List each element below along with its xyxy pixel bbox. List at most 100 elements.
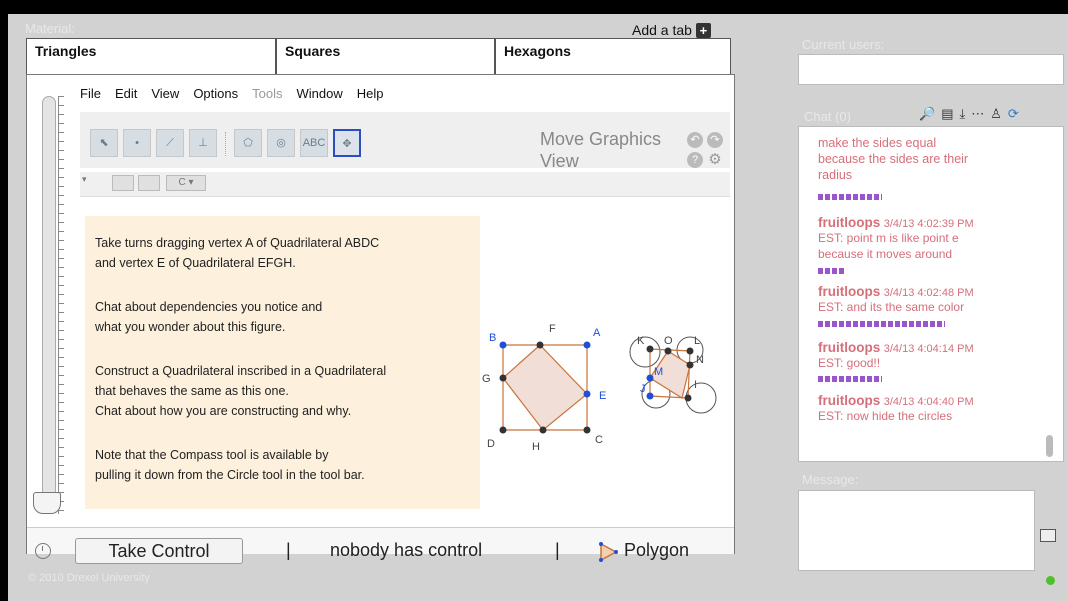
menu-file[interactable]: File — [80, 86, 101, 106]
message-label: Message: — [802, 472, 859, 487]
message-input[interactable] — [798, 490, 1035, 571]
point-i[interactable] — [684, 394, 692, 402]
point-m[interactable] — [646, 374, 654, 382]
menu-options[interactable]: Options — [193, 86, 238, 106]
label-c: C — [595, 434, 603, 446]
perpendicular-tool-button[interactable]: ⊥ — [189, 129, 217, 157]
instruction-line: pulling it down from the Circle tool in … — [95, 468, 365, 482]
chat-text: EST: now hide the circles — [818, 409, 953, 423]
current-tool-label: Polygon — [624, 540, 690, 560]
move-tool-button[interactable]: ⬉ — [90, 129, 118, 157]
redo-icon[interactable]: ↷ — [707, 132, 723, 148]
instruction-line: Note that the Compass tool is available … — [95, 448, 329, 462]
tool-title: Move Graphics View — [540, 128, 661, 172]
chat-log[interactable]: make the sides equal because the sides a… — [798, 126, 1064, 462]
instruction-line: Chat about how you are constructing and … — [95, 404, 352, 418]
chat-username: fruitloops — [818, 340, 881, 355]
show-axes-button[interactable] — [112, 175, 134, 191]
point-d[interactable] — [499, 426, 507, 434]
message-separator — [818, 268, 846, 274]
menu-edit[interactable]: Edit — [115, 86, 137, 106]
tab-squares[interactable]: Squares — [276, 38, 495, 76]
point-b[interactable] — [499, 341, 507, 349]
geometry-figure[interactable]: B F A G E D H C K O L N M J I — [480, 316, 720, 456]
clock-icon[interactable] — [35, 543, 51, 559]
label-n: N — [696, 354, 704, 366]
point-tool-button[interactable]: • — [123, 129, 151, 157]
take-control-button[interactable]: Take Control — [75, 538, 243, 564]
chat-message-header: fruitloops 3/4/13 4:04:40 PM — [818, 393, 974, 408]
move-graphics-view-button[interactable]: ✥ — [333, 129, 361, 157]
label-e: E — [599, 390, 606, 402]
polygon-tool-button[interactable]: ⬠ — [234, 129, 262, 157]
point-n[interactable] — [686, 361, 694, 369]
point-e[interactable] — [583, 390, 591, 398]
menu-window[interactable]: Window — [296, 86, 342, 106]
label-f: F — [549, 323, 556, 335]
point-g[interactable] — [499, 374, 507, 382]
status-separator: | — [555, 540, 560, 560]
history-slider-ticks — [58, 96, 69, 514]
undo-icon[interactable]: ↶ — [687, 132, 703, 148]
point-k[interactable] — [646, 345, 654, 353]
download-icon[interactable]: ⤓ — [959, 106, 965, 124]
point-o[interactable] — [664, 347, 672, 355]
stylebar-toggle-icon[interactable]: ▾ — [82, 174, 87, 185]
chat-username: fruitloops — [818, 393, 881, 408]
chat-timestamp: 3/4/13 4:04:40 PM — [883, 396, 974, 408]
compass-circle — [629, 336, 661, 368]
label-h: H — [532, 441, 540, 453]
chat-tools: 🔎 ▤ ⤓ ⋯ ♙ ⟳ — [919, 106, 1019, 124]
refresh-icon[interactable]: ⟳ — [1008, 106, 1019, 124]
user-icon[interactable]: ♙ — [990, 106, 1002, 124]
toolbar-separator — [225, 132, 227, 156]
perpendicular-icon: ⊥ — [198, 137, 208, 149]
circle-tool-button[interactable]: ◎ — [267, 129, 295, 157]
instruction-line: Chat about dependencies you notice and — [95, 300, 323, 314]
chat-text: make the sides equal — [818, 136, 937, 150]
chat-timestamp: 3/4/13 4:02:39 PM — [883, 218, 974, 230]
send-icon[interactable] — [1040, 529, 1056, 542]
tool-title-line1: Move Graphics — [540, 129, 662, 149]
point-a[interactable] — [583, 341, 591, 349]
show-grid-button[interactable] — [138, 175, 160, 191]
instructions-box: Take turns dragging vertex A of Quadrila… — [85, 216, 480, 509]
instruction-line: Construct a Quadrilateral inscribed in a… — [95, 364, 387, 378]
chat-timestamp: 3/4/13 4:04:14 PM — [883, 343, 974, 355]
chat-layout-icon[interactable]: ▤ — [941, 106, 953, 124]
point-capture-button[interactable]: C ▾ — [166, 175, 206, 191]
label-l: L — [694, 335, 700, 347]
line-tool-button[interactable]: ⟋ — [156, 129, 184, 157]
text-tool-button[interactable]: ABC — [300, 129, 328, 157]
tool-bar: ⬉ • ⟋ ⊥ ⬠ ◎ ABC ✥ Move Graphics View ↶ ↷… — [80, 112, 730, 171]
history-slider-track[interactable] — [42, 96, 56, 514]
menu-help[interactable]: Help — [357, 86, 384, 106]
history-slider-thumb[interactable] — [33, 492, 61, 514]
copyright-text: © 2010 Drexel University — [28, 572, 150, 584]
label-j: J — [640, 383, 646, 395]
point-l[interactable] — [686, 347, 694, 355]
point-f[interactable] — [536, 341, 544, 349]
chat-message-header: fruitloops 3/4/13 4:04:14 PM — [818, 340, 974, 355]
menu-tools[interactable]: Tools — [252, 86, 282, 106]
add-tab-button[interactable]: Add a tab + — [632, 22, 711, 38]
status-separator: | — [286, 540, 291, 560]
chat-text: because it moves around — [818, 247, 953, 261]
circle-icon: ◎ — [276, 137, 286, 149]
gear-icon[interactable]: ⚙ — [707, 152, 723, 168]
chat-text: radius — [818, 168, 853, 182]
chat-message-header: fruitloops 3/4/13 4:02:39 PM — [818, 215, 974, 230]
more-icon[interactable]: ⋯ — [971, 106, 984, 124]
label-g: G — [482, 373, 491, 385]
point-j[interactable] — [646, 392, 654, 400]
chat-label: Chat (0) — [804, 109, 851, 124]
point-h[interactable] — [539, 426, 547, 434]
chat-scrollbar[interactable] — [1046, 435, 1053, 457]
tab-hexagons[interactable]: Hexagons — [495, 38, 731, 76]
help-icon[interactable]: ? — [687, 152, 703, 168]
point-c[interactable] — [583, 426, 591, 434]
menu-view[interactable]: View — [151, 86, 179, 106]
tab-triangles[interactable]: Triangles — [26, 38, 276, 76]
search-icon[interactable]: 🔎 — [919, 106, 935, 124]
line-icon: ⟋ — [166, 137, 174, 149]
